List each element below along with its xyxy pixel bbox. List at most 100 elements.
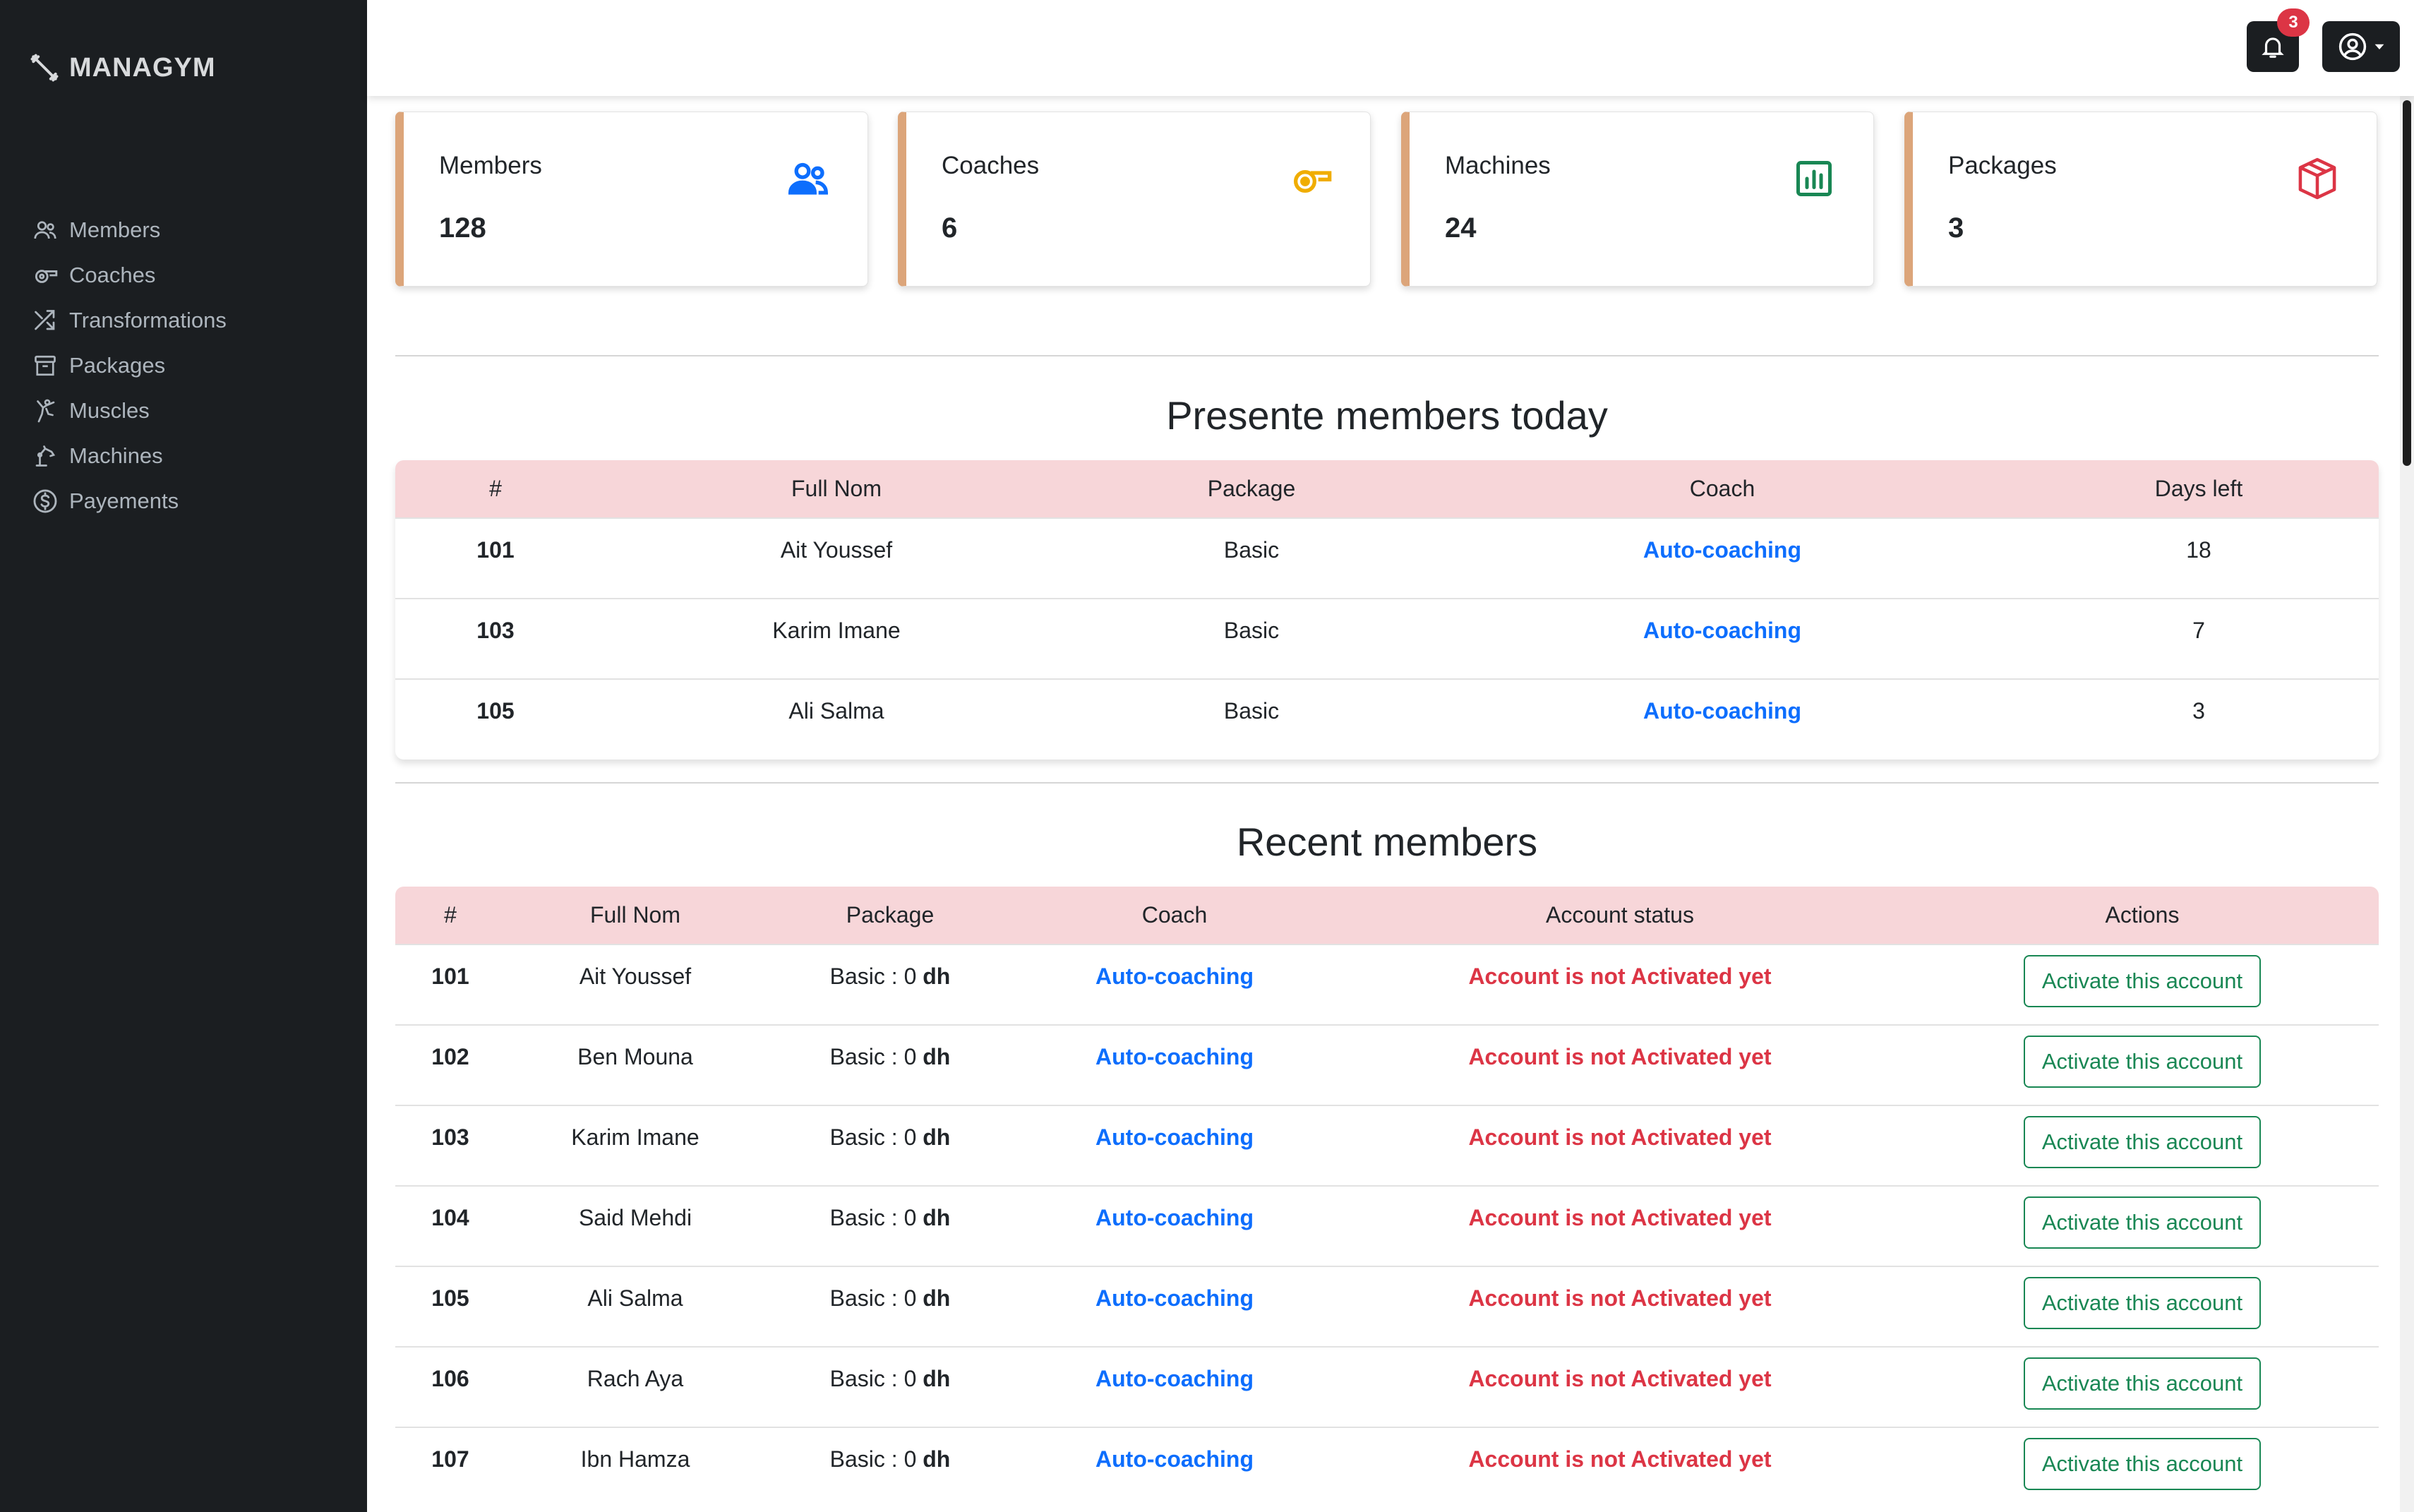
activate-account-button[interactable]: Activate this account xyxy=(2023,955,2262,1007)
coach-cell: Auto-coaching xyxy=(1015,1427,1334,1508)
coach-link[interactable]: Auto-coaching xyxy=(1095,1285,1254,1311)
recent-members-table: # Full Nom Package Coach Account status … xyxy=(395,887,2379,1508)
scrollbar-thumb[interactable] xyxy=(2403,100,2411,466)
actions-cell: Activate this account xyxy=(1906,1346,2379,1427)
member-name: Ali Salma xyxy=(596,678,1077,760)
stat-value: 128 xyxy=(439,212,486,244)
stat-label: Packages xyxy=(1948,152,2057,179)
column-header: Coach xyxy=(1015,887,1334,944)
account-status: Account is not Activated yet xyxy=(1334,1346,1906,1427)
table-row: 105 Ali Salma Basic : 0 dh Auto-coaching Acc… xyxy=(395,1266,2379,1347)
member-package: Basic : 0 dh xyxy=(765,1427,1015,1508)
member-package: Basic : 0 dh xyxy=(765,1346,1015,1427)
table-header-row: # Full Nom Package Coach Account status … xyxy=(395,887,2379,944)
stat-card-members: Members 128 xyxy=(395,112,868,287)
member-package: Basic : 0 dh xyxy=(765,1266,1015,1347)
column-header: Coach xyxy=(1426,460,2019,518)
member-package: Basic xyxy=(1077,598,1426,679)
table-row: 101 Ait Youssef Basic : 0 dh Auto-coaching A… xyxy=(395,944,2379,1025)
coach-cell: Auto-coaching xyxy=(1426,598,2019,679)
bell-icon xyxy=(2259,33,2286,60)
coach-cell: Auto-coaching xyxy=(1015,1105,1334,1186)
activate-account-button[interactable]: Activate this account xyxy=(2023,1357,2262,1410)
actions-cell: Activate this account xyxy=(1906,1105,2379,1186)
activate-account-button[interactable]: Activate this account xyxy=(2023,1196,2262,1249)
coach-link[interactable]: Auto-coaching xyxy=(1095,1446,1254,1472)
member-name: Ben Mouna xyxy=(505,1024,765,1105)
stat-card-packages: Packages 3 xyxy=(1904,112,2377,287)
coach-cell: Auto-coaching xyxy=(1015,944,1334,1025)
activate-account-button[interactable]: Activate this account xyxy=(2023,1438,2262,1490)
table-row: 107 Ibn Hamza Basic : 0 dh Auto-coaching Acc… xyxy=(395,1427,2379,1508)
column-header: Package xyxy=(1077,460,1426,518)
box-icon xyxy=(2292,153,2343,204)
account-status: Account is not Activated yet xyxy=(1334,1266,1906,1347)
member-id: 103 xyxy=(395,1105,505,1186)
coach-link[interactable]: Auto-coaching xyxy=(1643,618,1801,643)
coach-link[interactable]: Auto-coaching xyxy=(1095,1366,1254,1391)
activate-account-button[interactable]: Activate this account xyxy=(2023,1116,2262,1168)
member-id: 101 xyxy=(395,517,596,599)
people-icon xyxy=(783,153,834,204)
coach-cell: Auto-coaching xyxy=(1015,1185,1334,1266)
coach-link[interactable]: Auto-coaching xyxy=(1095,964,1254,989)
whistle-icon xyxy=(1285,153,1336,204)
account-status: Account is not Activated yet xyxy=(1334,1024,1906,1105)
member-package: Basic : 0 dh xyxy=(765,1185,1015,1266)
currency: dh xyxy=(923,1446,951,1472)
actions-cell: Activate this account xyxy=(1906,944,2379,1025)
days-left: 7 xyxy=(2019,598,2379,679)
sidebar: MANAGYM Members Coaches Transformations … xyxy=(0,0,367,1512)
divider xyxy=(395,355,2379,356)
member-package: Basic : 0 dh xyxy=(765,944,1015,1025)
account-status: Account is not Activated yet xyxy=(1334,1105,1906,1186)
activate-account-button[interactable]: Activate this account xyxy=(2023,1036,2262,1088)
chevron-down-icon xyxy=(2374,41,2385,52)
stat-value: 3 xyxy=(1948,212,1964,244)
coach-cell: Auto-coaching xyxy=(1015,1346,1334,1427)
days-left: 3 xyxy=(2019,678,2379,760)
package-price: Basic : 0 xyxy=(829,1285,917,1311)
column-header: Package xyxy=(765,887,1015,944)
package-price: Basic : 0 xyxy=(829,1366,917,1391)
divider xyxy=(395,782,2379,784)
column-header: # xyxy=(395,460,596,518)
brand[interactable]: MANAGYM xyxy=(30,49,216,86)
member-name: Rach Aya xyxy=(505,1346,765,1427)
currency: dh xyxy=(923,1124,951,1150)
stat-label: Coaches xyxy=(942,152,1040,179)
member-id: 101 xyxy=(395,944,505,1025)
column-header: Full Nom xyxy=(505,887,765,944)
coach-link[interactable]: Auto-coaching xyxy=(1643,698,1801,724)
user-menu-button[interactable] xyxy=(2322,21,2400,72)
coach-cell: Auto-coaching xyxy=(1015,1266,1334,1347)
package-price: Basic : 0 xyxy=(829,1124,917,1150)
coach-link[interactable]: Auto-coaching xyxy=(1095,1044,1254,1069)
actions-cell: Activate this account xyxy=(1906,1024,2379,1105)
coach-link[interactable]: Auto-coaching xyxy=(1643,537,1801,563)
recent-members-title: Recent members xyxy=(1236,820,1538,864)
coach-link[interactable]: Auto-coaching xyxy=(1095,1124,1254,1150)
member-package: Basic xyxy=(1077,517,1426,599)
member-id: 103 xyxy=(395,598,596,679)
stat-card-machines: Machines 24 xyxy=(1401,112,1874,287)
account-status: Account is not Activated yet xyxy=(1334,1185,1906,1266)
bar-chart-icon xyxy=(1789,153,1839,204)
coach-cell: Auto-coaching xyxy=(1015,1024,1334,1105)
stat-label: Machines xyxy=(1445,152,1551,179)
days-left: 18 xyxy=(2019,517,2379,599)
member-id: 107 xyxy=(395,1427,505,1508)
member-name: Karim Imane xyxy=(505,1105,765,1186)
activate-account-button[interactable]: Activate this account xyxy=(2023,1277,2262,1329)
package-price: Basic : 0 xyxy=(829,1044,917,1069)
member-package: Basic xyxy=(1077,678,1426,760)
sidebar-item-payements[interactable]: Payements xyxy=(30,456,227,546)
account-status: Account is not Activated yet xyxy=(1334,1427,1906,1508)
column-header: # xyxy=(395,887,505,944)
column-header: Days left xyxy=(2019,460,2379,518)
stat-value: 6 xyxy=(942,212,958,244)
stat-value: 24 xyxy=(1445,212,1477,244)
member-name: Karim Imane xyxy=(596,598,1077,679)
table-row: 103 Karim Imane Basic : 0 dh Auto-coaching A… xyxy=(395,1105,2379,1186)
coach-link[interactable]: Auto-coaching xyxy=(1095,1205,1254,1230)
